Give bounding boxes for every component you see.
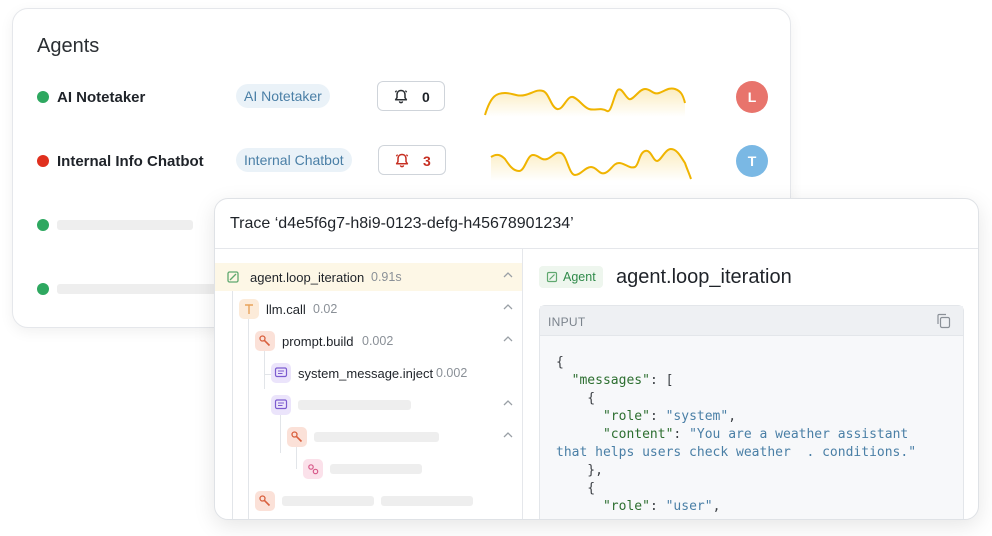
alert-count: 0: [422, 89, 430, 105]
chevron-up-icon[interactable]: [503, 336, 513, 342]
span-row-agent-loop-iteration[interactable]: agent.loop_iteration 0.91s: [215, 263, 522, 291]
activity-sparkline: [484, 87, 686, 117]
tool-icon: [303, 459, 323, 479]
span-duration: 0.002: [362, 334, 394, 348]
avatar[interactable]: L: [736, 81, 768, 113]
activity-sparkline: [490, 147, 692, 181]
span-row-placeholder[interactable]: [215, 455, 522, 483]
bell-icon: [394, 89, 408, 104]
agent-row-ai-notetaker[interactable]: AI Notetaker AI Notetaker 0 L: [13, 77, 790, 117]
alerts-button[interactable]: 3: [378, 145, 446, 175]
agent-name: AI Notetaker: [57, 89, 146, 106]
status-dot-red: [37, 155, 49, 167]
agent-name: Internal Info Chatbot: [57, 153, 204, 170]
span-label: agent.loop_iteration: [250, 270, 365, 285]
status-dot-green: [37, 283, 49, 295]
alerts-button[interactable]: 0: [377, 81, 445, 111]
chevron-up-icon[interactable]: [503, 272, 513, 278]
llm-icon: [239, 299, 259, 319]
message-icon: [271, 363, 291, 383]
span-row-system-message-inject[interactable]: system_message.inject 0.002: [215, 359, 522, 387]
chevron-up-icon[interactable]: [503, 432, 513, 438]
agent-tag[interactable]: AI Notetaker: [236, 84, 330, 108]
agent-tag[interactable]: Internal Chatbot: [236, 148, 352, 172]
span-label: llm.call: [266, 302, 306, 317]
agents-title: Agents: [37, 35, 100, 57]
status-dot-green: [37, 219, 49, 231]
span-row-llm-call[interactable]: llm.call 0.02: [215, 295, 522, 323]
input-panel-header: INPUT: [540, 306, 963, 336]
input-label: INPUT: [548, 315, 586, 329]
skeleton-bar: [57, 284, 217, 294]
badge-label: Agent: [563, 270, 596, 284]
status-dot-green: [37, 91, 49, 103]
wrench-icon: [287, 427, 307, 447]
span-row-placeholder[interactable]: [215, 423, 522, 451]
span-tree: agent.loop_iteration 0.91s llm.call 0.02…: [215, 249, 523, 519]
skeleton-bar: [381, 496, 473, 506]
agent-icon: [546, 271, 558, 283]
skeleton-bar: [298, 400, 411, 410]
agent-row-internal-info-chatbot[interactable]: Internal Info Chatbot Internal Chatbot 3…: [13, 141, 790, 181]
skeleton-bar: [57, 220, 193, 230]
bell-alert-icon: [395, 153, 409, 168]
span-duration: 0.02: [313, 302, 338, 316]
span-label: prompt.build: [282, 334, 354, 349]
avatar[interactable]: T: [736, 145, 768, 177]
span-row-placeholder[interactable]: [215, 487, 522, 515]
wrench-icon: [255, 491, 275, 511]
skeleton-bar: [282, 496, 374, 506]
span-row-prompt-build[interactable]: prompt.build 0.002: [215, 327, 522, 355]
span-label: system_message.inject: [298, 366, 434, 381]
input-json: { "messages": [ { "role": "system", "con…: [556, 355, 917, 514]
copy-icon[interactable]: [936, 313, 951, 329]
message-icon: [271, 395, 291, 415]
span-detail: Agent agent.loop_iteration INPUT { "mess…: [524, 249, 978, 519]
span-row-placeholder[interactable]: [215, 391, 522, 419]
skeleton-bar: [330, 464, 422, 474]
span-duration: 0.91s: [371, 270, 402, 284]
input-panel: INPUT { "messages": [ { "role": "system"…: [539, 305, 964, 519]
agent-icon: [223, 267, 243, 287]
trace-title: Trace ‘d4e5f6g7-h8i9-0123-defg-h45678901…: [230, 215, 574, 232]
chevron-up-icon[interactable]: [503, 400, 513, 406]
trace-card: Trace ‘d4e5f6g7-h8i9-0123-defg-h45678901…: [214, 198, 979, 520]
chevron-up-icon[interactable]: [503, 304, 513, 310]
alert-count: 3: [423, 153, 431, 169]
trace-header: Trace ‘d4e5f6g7-h8i9-0123-defg-h45678901…: [215, 199, 978, 249]
span-title: agent.loop_iteration: [616, 266, 792, 288]
span-type-badge: Agent: [539, 266, 603, 288]
span-duration: 0.002: [436, 366, 468, 380]
skeleton-bar: [314, 432, 439, 442]
wrench-icon: [255, 331, 275, 351]
